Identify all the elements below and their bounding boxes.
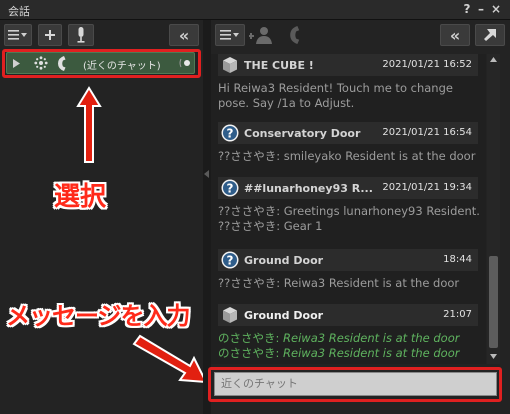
window-title: 会話 xyxy=(8,5,30,18)
chat-input[interactable] xyxy=(214,372,497,396)
nearby-people-icon xyxy=(34,56,48,70)
message-timestamp: 2021/01/21 16:54 xyxy=(382,127,472,138)
message-line: のささやき: Reiwa3 Resident is at the door xyxy=(218,346,486,361)
message-line: ??ささやき: Reiwa3 Resident is at the door xyxy=(218,276,460,290)
cube-icon xyxy=(223,57,237,73)
message-body: ??ささやき: smileyako Resident is at the doo… xyxy=(218,149,486,164)
window-titlebar: 会話 ? – × xyxy=(0,0,510,20)
message-header: ? Conservatory Door 2021/01/21 16:54 xyxy=(218,122,478,144)
question-icon: ? xyxy=(221,179,239,197)
minimize-button[interactable]: – xyxy=(474,2,488,17)
back-button[interactable]: « xyxy=(440,24,470,46)
popout-button[interactable] xyxy=(475,24,505,46)
voice-indicator-icon xyxy=(179,58,190,68)
message-header: ? ##lunarhoney93 R... 2021/01/21 19:34 xyxy=(218,177,478,199)
message-line: Hi Reiwa3 Resident! Touch me to change xyxy=(218,81,453,95)
phone-icon xyxy=(58,56,66,71)
message-timestamp: 2021/01/21 19:34 xyxy=(382,182,472,193)
message-sender[interactable]: ##lunarhoney93 R... xyxy=(244,182,373,195)
scroll-up-icon[interactable] xyxy=(490,57,497,62)
chat-log: THE CUBE ! 2021/01/21 16:52 Hi Reiwa3 Re… xyxy=(211,54,486,364)
message-text: Reiwa3 Resident is at the door xyxy=(283,331,460,345)
up-arrow-icon xyxy=(76,86,102,163)
menu-icon xyxy=(220,30,239,40)
message-sender[interactable]: Conservatory Door xyxy=(244,127,360,140)
message-text: Reiwa3 Resident is at the door xyxy=(283,346,460,360)
panel-splitter[interactable] xyxy=(203,20,211,414)
menu-button[interactable] xyxy=(4,24,32,46)
annotation-select-label: 選択 xyxy=(54,182,107,212)
svg-text:?: ? xyxy=(227,127,234,141)
message-header: Ground Door 21:07 xyxy=(218,304,478,326)
arrow-up-right-icon xyxy=(484,29,496,41)
message-sender[interactable]: THE CUBE ! xyxy=(244,59,314,72)
add-participant-button[interactable] xyxy=(248,26,277,44)
help-button[interactable]: ? xyxy=(460,2,474,17)
message-line: ??ささやき: smileyako Resident is at the doo… xyxy=(218,149,476,163)
message-header: THE CUBE ! 2021/01/21 16:52 xyxy=(218,54,478,76)
message-body: Hi Reiwa3 Resident! Touch me to change p… xyxy=(218,81,486,111)
call-button[interactable] xyxy=(289,26,305,44)
question-icon: ? xyxy=(221,251,239,269)
message-line: ??ささやき: Greetings lunarhoney93 Resident. xyxy=(218,204,480,218)
message-body: ??ささやき: Reiwa3 Resident is at the door xyxy=(218,276,486,291)
add-conversation-button[interactable] xyxy=(38,24,62,46)
message-sender[interactable]: Ground Door xyxy=(244,254,323,267)
message-body: ??ささやき: Greetings lunarhoney93 Resident.… xyxy=(218,204,486,234)
menu-icon xyxy=(8,30,27,40)
add-user-icon xyxy=(248,27,272,44)
message-body: のささやき: Reiwa3 Resident is at the door のさ… xyxy=(218,331,486,361)
message-timestamp: 21:07 xyxy=(443,309,472,320)
question-icon: ? xyxy=(221,124,239,142)
splitter-handle-icon xyxy=(204,170,209,178)
scroll-down-icon[interactable] xyxy=(490,354,497,359)
down-right-arrow-icon xyxy=(132,334,208,384)
collapse-button[interactable]: « xyxy=(169,24,199,46)
svg-text:?: ? xyxy=(227,254,234,268)
message-timestamp: 18:44 xyxy=(443,254,472,265)
message-sender[interactable]: Ground Door xyxy=(244,309,323,322)
cube-icon xyxy=(223,307,237,323)
conversation-item-label: (近くのチャット) xyxy=(83,61,161,72)
chat-menu-button[interactable] xyxy=(215,24,245,46)
message-prefix: のささやき: xyxy=(218,346,284,360)
annotation-enter-message-label: メッセージを入力 xyxy=(6,302,191,330)
close-button[interactable]: × xyxy=(489,2,503,17)
conversation-item-nearby-chat[interactable]: (近くのチャット) xyxy=(6,52,195,74)
message-line: ??ささやき: Gear 1 xyxy=(218,219,323,233)
message-prefix: のささやき: xyxy=(218,331,284,345)
chat-scrollbar[interactable] xyxy=(487,54,500,364)
svg-text:?: ? xyxy=(227,182,234,196)
voice-button[interactable] xyxy=(68,24,94,46)
scroll-thumb[interactable] xyxy=(489,256,498,348)
message-timestamp: 2021/01/21 16:52 xyxy=(382,59,472,70)
expand-arrow-icon xyxy=(13,59,20,68)
message-header: ? Ground Door 18:44 xyxy=(218,249,478,271)
microphone-icon xyxy=(77,27,85,43)
phone-icon xyxy=(290,26,300,44)
plus-icon xyxy=(45,30,55,40)
message-line: pose. Say /1a to Adjust. xyxy=(218,96,355,110)
message-line: のささやき: Reiwa3 Resident is at the door xyxy=(218,331,486,346)
